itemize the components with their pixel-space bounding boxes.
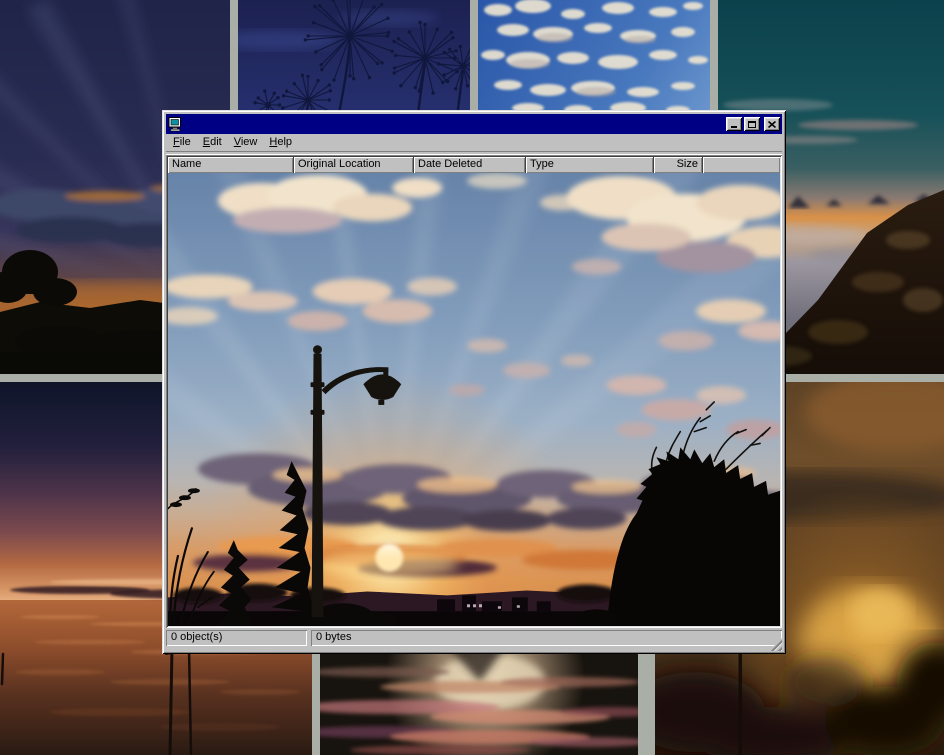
column-header-original-location[interactable]: Original Location xyxy=(294,157,414,173)
maximize-button[interactable] xyxy=(744,117,760,131)
titlebar[interactable] xyxy=(166,114,782,134)
menu-file[interactable]: File xyxy=(167,135,197,150)
column-header-blank[interactable] xyxy=(703,157,780,173)
list-view-background-photo[interactable] xyxy=(168,173,780,626)
maximize-icon xyxy=(748,121,756,128)
menu-bar: File Edit View Help xyxy=(166,134,782,151)
menu-help[interactable]: Help xyxy=(263,135,298,150)
screen: { "window": { "title": "", "icon": "my-c… xyxy=(0,0,944,755)
minimize-button[interactable] xyxy=(726,117,742,131)
list-view-frame: Name Original Location Date Deleted Type… xyxy=(166,155,782,628)
close-button[interactable] xyxy=(764,117,780,131)
close-icon xyxy=(768,121,776,128)
column-header-size[interactable]: Size xyxy=(654,157,703,173)
column-header-type[interactable]: Type xyxy=(526,157,654,173)
recycle-bin-window: File Edit View Help Name Original Locati… xyxy=(162,110,786,654)
column-header-name[interactable]: Name xyxy=(168,157,294,173)
my-computer-icon xyxy=(168,117,184,132)
menu-view[interactable]: View xyxy=(228,135,264,150)
minimize-icon xyxy=(731,126,737,128)
status-size: 0 bytes xyxy=(311,630,782,646)
column-header-row: Name Original Location Date Deleted Type… xyxy=(168,157,780,173)
status-object-count: 0 object(s) xyxy=(166,630,307,646)
menu-edit[interactable]: Edit xyxy=(197,135,228,150)
column-header-date-deleted[interactable]: Date Deleted xyxy=(414,157,526,173)
status-bar: 0 object(s) 0 bytes xyxy=(166,628,782,650)
